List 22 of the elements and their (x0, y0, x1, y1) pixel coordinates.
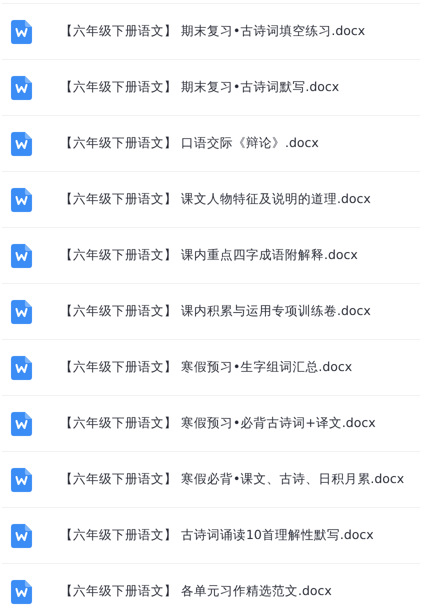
file-name[interactable]: 【六年级下册语文】 期末复习•古诗词填空练习.docx (60, 23, 366, 40)
document-icon (11, 300, 32, 324)
document-icon (11, 468, 32, 492)
file-name[interactable]: 【六年级下册语文】 课文人物特征及说明的道理.docx (60, 191, 371, 208)
file-name[interactable]: 【六年级下册语文】 各单元习作精选范文.docx (60, 583, 332, 600)
file-name[interactable]: 【六年级下册语文】 寒假必背•课文、古诗、日积月累.docx (60, 471, 404, 488)
file-name[interactable]: 【六年级下册语文】 课内重点四字成语附解释.docx (60, 247, 358, 264)
document-icon (11, 244, 32, 268)
document-icon (11, 524, 32, 548)
document-icon (11, 356, 32, 380)
file-name[interactable]: 【六年级下册语文】 寒假预习•必背古诗词+译文.docx (60, 415, 376, 432)
file-name[interactable]: 【六年级下册语文】 期末复习•古诗词默写.docx (60, 79, 340, 96)
file-name[interactable]: 【六年级下册语文】 口语交际《辩论》.docx (60, 135, 319, 152)
file-name[interactable]: 【六年级下册语文】 寒假预习•生字组词汇总.docx (60, 359, 352, 376)
document-icon (11, 132, 32, 156)
file-name[interactable]: 【六年级下册语文】 课内积累与运用专项训练卷.docx (60, 303, 371, 320)
document-icon (11, 76, 32, 100)
file-name[interactable]: 【六年级下册语文】 古诗词诵读10首理解性默写.docx (60, 527, 374, 544)
document-icon (11, 412, 32, 436)
document-icon (11, 20, 32, 44)
document-icon (11, 188, 32, 212)
document-icon (11, 580, 32, 604)
